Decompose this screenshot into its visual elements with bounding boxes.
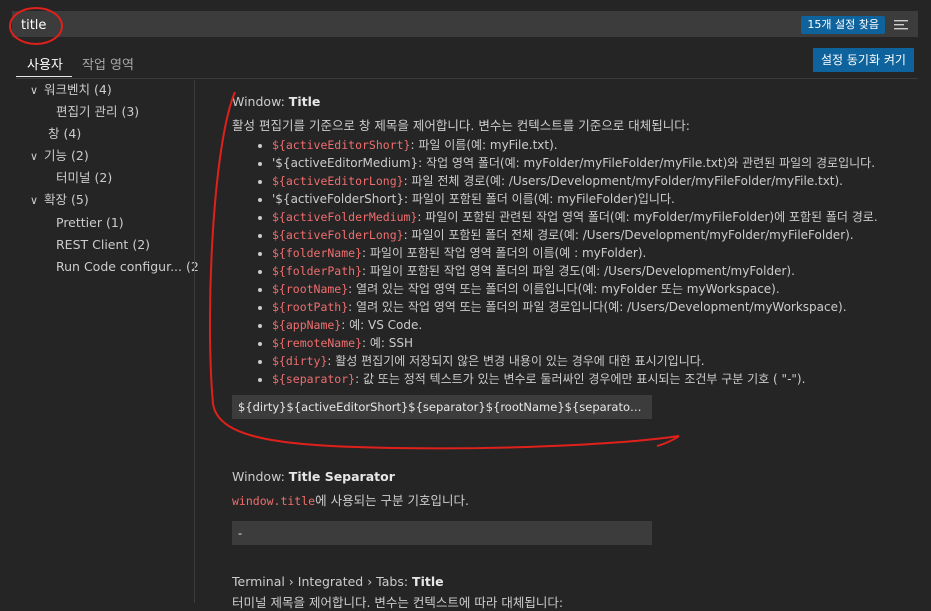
- tree-item-run-code[interactable]: Run Code configur... (2: [56, 257, 199, 277]
- tab-workspace[interactable]: 작업 영역: [82, 54, 134, 73]
- chevron-down-icon: ∨: [30, 150, 39, 163]
- tree-item-features[interactable]: ∨ 기능 (2): [30, 146, 89, 166]
- list-item: '${activeEditorMedium}: 작업 영역 폴더(예: myFo…: [272, 154, 912, 172]
- list-item: ${separator}: 값 또는 정적 텍스트가 있는 변수로 둘러싸인 경…: [272, 370, 912, 388]
- chevron-down-icon: ∨: [30, 194, 39, 207]
- setting-window-title-separator: Window: Title Separator window.title에 사용…: [232, 469, 912, 545]
- list-item: ${activeEditorShort}: 파일 이름(예: myFile.tx…: [272, 136, 912, 154]
- list-item: ${rootName}: 열려 있는 작업 영역 또는 폴더의 이름입니다(예:…: [272, 280, 912, 298]
- settings-search-input[interactable]: [21, 15, 721, 35]
- tree-item-terminal[interactable]: 터미널 (2): [56, 168, 112, 188]
- chevron-down-icon: ∨: [30, 84, 39, 97]
- list-item: ${appName}: 예: VS Code.: [272, 316, 912, 334]
- list-item: ${activeEditorLong}: 파일 전체 경로(예: /Users/…: [272, 172, 912, 190]
- settings-search-bar[interactable]: 15개 설정 찾음: [12, 11, 918, 37]
- setting-title: Window: Title Separator: [232, 469, 395, 484]
- list-item: ${dirty}: 활성 편집기에 저장되지 않은 변경 내용이 있는 경우에 …: [272, 352, 912, 370]
- active-tab-indicator: [16, 76, 72, 77]
- title-separator-input[interactable]: -: [232, 521, 652, 545]
- tree-divider: [194, 80, 195, 603]
- setting-window-title: Window: Title 활성 편집기를 기준으로 창 제목을 제어합니다. …: [232, 94, 912, 419]
- setting-description: window.title에 사용되는 구분 기호입니다.: [232, 493, 469, 508]
- tabs-divider: [16, 78, 918, 79]
- tree-item-editor-management[interactable]: 편집기 관리 (3): [56, 102, 139, 122]
- setting-description: 활성 편집기를 기준으로 창 제목을 제어합니다. 변수는 컨텍스트를 기준으로…: [232, 118, 690, 133]
- list-item: ${activeFolderLong}: 파일이 포함된 폴더 전체 경로(예:…: [272, 226, 912, 244]
- filter-list-icon[interactable]: [893, 17, 909, 33]
- list-item: ${activeFolderMedium}: 파일이 포함된 관련된 작업 영역…: [272, 208, 912, 226]
- found-count-badge: 15개 설정 찾음: [801, 16, 885, 34]
- list-item: ${folderPath}: 파일이 포함된 작업 영역 폴더의 파일 경도(예…: [272, 262, 912, 280]
- list-item: ${rootPath}: 열려 있는 작업 영역 또는 폴더의 파일 경로입니다…: [272, 298, 912, 316]
- list-item: '${activeFolderShort}: 파일이 포함된 폴더 이름(예: …: [272, 190, 912, 208]
- tree-item-window[interactable]: 창 (4): [48, 124, 81, 144]
- list-item: ${remoteName}: 예: SSH: [272, 334, 912, 352]
- tree-item-prettier[interactable]: Prettier (1): [56, 213, 124, 233]
- settings-toc-tree: ∨ 워크벤치 (4) 편집기 관리 (3) 창 (4) ∨ 기능 (2) 터미널 (…: [16, 80, 199, 603]
- tree-item-workbench[interactable]: ∨ 워크벤치 (4): [30, 80, 112, 100]
- settings-editor: 15개 설정 찾음 사용자 작업 영역 설정 동기화 켜기 ∨워크벤치 (4) …: [0, 0, 931, 610]
- window-title-input[interactable]: ${dirty}${activeEditorShort}${separator}…: [232, 395, 652, 419]
- setting-terminal-tabs-title: Terminal › Integrated › Tabs: Title 터미널 …: [232, 574, 912, 611]
- settings-sync-button[interactable]: 설정 동기화 켜기: [813, 48, 914, 72]
- setting-description: 터미널 제목을 제어합니다. 변수는 컨텍스트에 따라 대체됩니다:: [232, 595, 564, 610]
- tree-item-extensions[interactable]: ∨ 확장 (5): [30, 190, 89, 210]
- tree-item-rest-client[interactable]: REST Client (2): [56, 235, 150, 255]
- setting-title: Window: Title: [232, 94, 321, 109]
- tab-user[interactable]: 사용자: [27, 54, 63, 73]
- setting-title: Terminal › Integrated › Tabs: Title: [232, 574, 444, 589]
- list-item: ${folderName}: 파일이 포함된 작업 영역 폴더의 이름(예 : …: [272, 244, 912, 262]
- variable-list: ${activeEditorShort}: 파일 이름(예: myFile.tx…: [232, 136, 912, 388]
